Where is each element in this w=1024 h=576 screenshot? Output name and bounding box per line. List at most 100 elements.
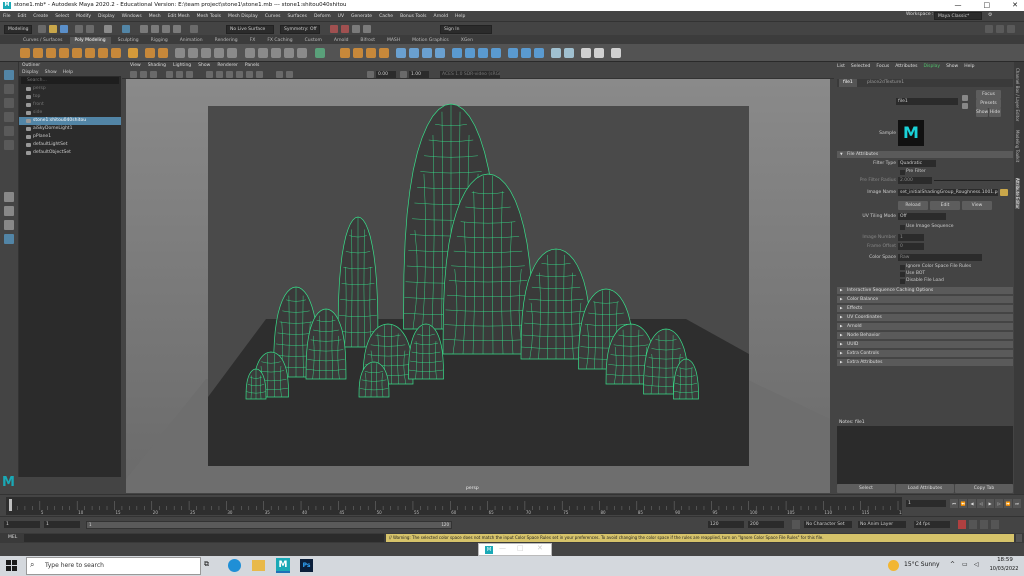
step-forward-frame-icon[interactable]: ▷ (995, 499, 1003, 508)
exposure-icon[interactable] (367, 71, 374, 78)
animation-end-field[interactable]: 200 (748, 521, 784, 528)
workspace-dropdown[interactable]: Maya Classic* (934, 12, 982, 20)
windows-start-icon[interactable] (6, 560, 17, 571)
shelf-tab-animation[interactable]: Animation (175, 37, 208, 44)
shelf-tab-custom[interactable]: Custom (300, 37, 327, 44)
isolate-select-icon[interactable] (286, 71, 293, 78)
gamma-field[interactable]: 1.00 (409, 71, 429, 78)
select-button[interactable]: Select (837, 484, 895, 493)
single-pane-layout-icon[interactable] (4, 192, 14, 202)
sign-in-dropdown[interactable]: Sign In (440, 25, 492, 34)
step-forward-key-icon[interactable]: ⏩ (1004, 499, 1012, 508)
modeling-toolkit-tab[interactable]: Modeling Toolkit (1015, 130, 1020, 162)
delete-history-icon[interactable] (581, 48, 591, 58)
file-explorer-icon[interactable] (252, 560, 265, 571)
menu-uv[interactable]: UV (338, 14, 344, 19)
taskbar-search-input[interactable]: Type here to search (26, 557, 201, 575)
frame-offset-field[interactable]: 0 (898, 243, 924, 250)
extrude-icon[interactable] (245, 48, 255, 58)
smooth-shade-icon[interactable] (216, 71, 223, 78)
file-node-name-field[interactable]: file1 (896, 98, 958, 105)
viewport-menu-lighting[interactable]: Lighting (173, 62, 191, 70)
current-time-marker[interactable] (9, 499, 12, 511)
shelf-tab-fx-caching[interactable]: FX Caching (262, 37, 297, 44)
go-to-end-icon[interactable]: ⏭ (1013, 499, 1021, 508)
outliner-item[interactable]: persp (19, 85, 121, 93)
sound-icon[interactable] (980, 520, 988, 529)
loop-playback-icon[interactable] (969, 520, 977, 529)
attr-menu-display[interactable]: Display (923, 62, 940, 72)
step-back-frame-icon[interactable]: ◀ (968, 499, 976, 508)
thumb-minimize-icon[interactable]: — (499, 544, 506, 552)
attr-menu-selected[interactable]: Selected (851, 62, 871, 72)
insert-edge-loop-icon[interactable] (452, 48, 462, 58)
menu-surfaces[interactable]: Surfaces (287, 14, 307, 19)
go-to-start-icon[interactable]: ⏮ (950, 499, 958, 508)
menu-modify[interactable]: Modify (76, 14, 91, 19)
undo-icon[interactable] (75, 25, 83, 33)
snap-curve-icon[interactable] (151, 25, 159, 33)
channel-box-tab[interactable]: Channel Box / Layer Editor (1015, 68, 1020, 121)
outliner-search-input[interactable]: Search... (21, 77, 119, 84)
photoshop-taskbar-icon[interactable]: Ps (300, 559, 313, 572)
section-uv-coordinates[interactable]: UV Coordinates (837, 314, 1013, 321)
pre-filter-radius-field[interactable]: 2.000 (898, 177, 932, 184)
shelf-tab-sculpting[interactable]: Sculpting (113, 37, 144, 44)
mirror-icon[interactable] (227, 48, 237, 58)
thumb-restore-icon[interactable]: □ (517, 544, 524, 552)
copy-tab-button[interactable]: Copy Tab (955, 484, 1013, 493)
attr-menu-help[interactable]: Help (964, 62, 974, 72)
shelf-tab-poly-modeling[interactable]: Poly Modeling (69, 37, 111, 44)
poly-plane-icon[interactable] (85, 48, 95, 58)
symmetry-dropdown[interactable]: Symmetry: Off (280, 25, 320, 34)
planar-uv-icon[interactable] (396, 48, 406, 58)
poly-torus-icon[interactable] (72, 48, 82, 58)
offset-edge-loop-icon[interactable] (465, 48, 475, 58)
clock-date[interactable]: 10/03/2022 (988, 566, 1020, 572)
focus-button[interactable]: Focus (976, 90, 1001, 99)
gamma-icon[interactable] (400, 71, 407, 78)
viewport-menu-view[interactable]: View (130, 62, 141, 70)
browse-folder-icon[interactable] (1000, 189, 1008, 196)
current-frame-field[interactable]: 1 (906, 500, 946, 507)
reduce-icon[interactable] (379, 48, 389, 58)
section-file-attributes[interactable]: File Attributes (837, 151, 1013, 158)
shelf-tab-fx[interactable]: FX (245, 37, 261, 44)
use-all-lights-icon[interactable] (246, 71, 253, 78)
viewport-menu-shading[interactable]: Shading (148, 62, 166, 70)
merge-icon[interactable] (534, 48, 544, 58)
textured-icon[interactable] (236, 71, 243, 78)
view-transform-dropdown[interactable]: ACES 1.0 SDR-video (sRGB) (440, 71, 500, 78)
close-button[interactable]: ✕ (1012, 0, 1018, 11)
outliner-menu-display[interactable]: Display (22, 69, 39, 76)
attr-menu-list[interactable]: List (837, 62, 845, 72)
spherical-uv-icon[interactable] (422, 48, 432, 58)
redo-icon[interactable] (86, 25, 94, 33)
menu-mesh[interactable]: Mesh (149, 14, 161, 19)
use-image-sequence-checkbox[interactable] (900, 225, 905, 230)
menu-windows[interactable]: Windows (122, 14, 142, 19)
viewport-menu-show[interactable]: Show (198, 62, 210, 70)
playback-end-field[interactable]: 120 (708, 521, 744, 528)
weather-text[interactable]: 15°C Sunny (904, 561, 940, 568)
snap-grid-icon[interactable] (140, 25, 148, 33)
auto-key-icon[interactable] (958, 520, 966, 529)
network-icon[interactable]: ▭ (962, 561, 968, 568)
maximize-button[interactable]: □ (984, 0, 991, 11)
node-tab-place2dtexture[interactable]: place2dTexture1 (863, 79, 908, 87)
go-to-input-icon[interactable] (962, 95, 968, 101)
bridge-icon[interactable] (258, 48, 268, 58)
menu-select[interactable]: Select (55, 14, 69, 19)
attribute-editor-tab[interactable]: Attribute Editor (1015, 178, 1020, 209)
section-uuid[interactable]: UUID (837, 341, 1013, 348)
play-forwards-icon[interactable]: ▶ (986, 499, 994, 508)
shelf-tab-bifrost[interactable]: Bifrost (355, 37, 380, 44)
scale-tool-icon[interactable] (4, 140, 14, 150)
smooth-icon[interactable] (201, 48, 211, 58)
section-extra-attributes[interactable]: Extra Attributes (837, 359, 1013, 366)
poly-sphere-icon[interactable] (20, 48, 30, 58)
poly-cone-icon[interactable] (59, 48, 69, 58)
go-to-output-icon[interactable] (962, 103, 968, 109)
outliner-menu-show[interactable]: Show (45, 69, 57, 76)
outliner-item[interactable]: defaultObjectSet (19, 149, 121, 157)
